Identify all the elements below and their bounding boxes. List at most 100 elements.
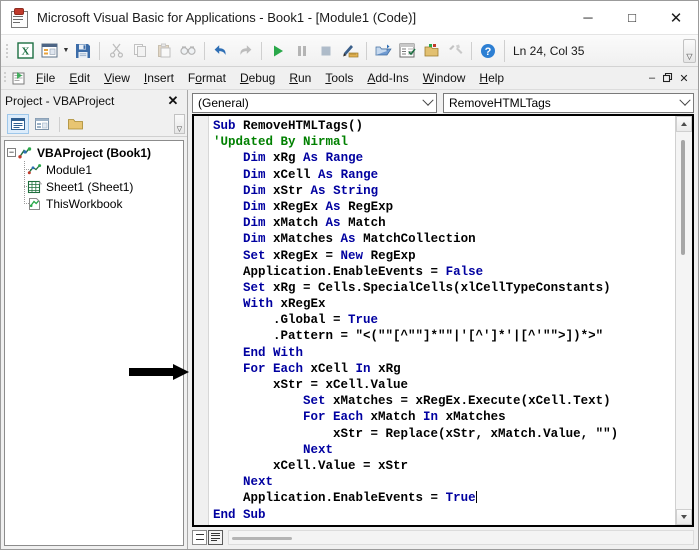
tree-label: ThisWorkbook — [46, 196, 123, 211]
project-explorer-icon[interactable] — [372, 40, 394, 62]
object-browser-icon[interactable] — [420, 40, 442, 62]
code-editor[interactable]: Sub RemoveHTMLTags() 'Updated By Nirmal D… — [209, 116, 675, 525]
menu-item-format[interactable]: Format — [181, 69, 233, 87]
chevron-down-icon[interactable] — [676, 94, 693, 107]
project-explorer-title: Project - VBAProject — [5, 94, 115, 108]
procedure-combo[interactable]: RemoveHTMLTags — [443, 92, 694, 113]
insert-dropdown-icon[interactable]: ▼ — [61, 40, 71, 62]
worksheet-icon — [27, 180, 43, 194]
menu-item-insert[interactable]: Insert — [137, 69, 181, 87]
code-line: Dim xMatch As Match — [243, 216, 386, 231]
project-explorer-toolbar: ▽ — [1, 112, 187, 137]
save-icon[interactable] — [72, 40, 94, 62]
code-line: Dim xRg As Range — [243, 151, 364, 166]
reset-icon[interactable] — [315, 40, 337, 62]
toolbar-grip[interactable] — [4, 42, 10, 60]
maximize-button[interactable]: □ — [610, 1, 654, 34]
main-area: Project - VBAProject ✕ ▽ − VBAProject (B… — [1, 90, 698, 549]
code-horizontal-scrollbar[interactable] — [228, 529, 694, 545]
close-button[interactable]: ✕ — [654, 1, 698, 34]
break-icon[interactable] — [291, 40, 313, 62]
menu-item-tools[interactable]: Tools — [318, 69, 360, 87]
project-explorer-header: Project - VBAProject ✕ — [1, 90, 187, 112]
tree-item-vbaproject[interactable]: − VBAProject (Book1) — [5, 144, 183, 161]
menu-item-run[interactable]: Run — [282, 69, 318, 87]
module-icon — [27, 163, 43, 177]
menu-item-file[interactable]: File — [29, 69, 62, 87]
toggle-folders-button[interactable] — [64, 114, 86, 134]
vba-app-icon — [9, 7, 29, 28]
view-object-button[interactable] — [31, 114, 53, 134]
project-tree[interactable]: − VBAProject (Book1) Module1 Sheet1 (She… — [4, 140, 184, 546]
text-cursor — [475, 491, 477, 504]
tree-label: Sheet1 (Sheet1) — [46, 179, 134, 194]
object-combo-value: (General) — [198, 95, 249, 110]
tree-item-thisworkbook[interactable]: ThisWorkbook — [5, 195, 183, 212]
help-icon[interactable]: ? — [477, 40, 499, 62]
toolbar-overflow-button[interactable]: ▽ — [683, 38, 696, 63]
code-line: xCell.Value = xStr — [273, 458, 409, 473]
code-line: 'Updated By Nirmal — [213, 135, 349, 150]
object-combo[interactable]: (General) — [192, 92, 437, 113]
tree-item-sheet1[interactable]: Sheet1 (Sheet1) — [5, 178, 183, 195]
paste-icon[interactable] — [153, 40, 175, 62]
right-arrow-annotation — [129, 363, 209, 381]
undo-icon[interactable] — [210, 40, 232, 62]
procedure-view-button[interactable] — [192, 529, 207, 545]
code-line: Dim xStr As String — [243, 183, 379, 198]
full-module-view-button[interactable] — [208, 529, 223, 545]
code-margin-indicator-bar[interactable] — [194, 116, 209, 525]
svg-text:?: ? — [485, 46, 492, 58]
toolbox-icon[interactable] — [444, 40, 466, 62]
copy-icon[interactable] — [129, 40, 151, 62]
menu-item-addins[interactable]: Add-Ins — [360, 69, 415, 87]
code-line: xStr = xCell.Value — [273, 378, 409, 392]
menubar-grip[interactable] — [3, 71, 8, 85]
menu-item-window[interactable]: Window — [416, 69, 473, 87]
mdi-minimize-button[interactable]: – — [644, 70, 660, 86]
code-line: .Global = True — [273, 313, 379, 328]
menu-item-help[interactable]: Help — [472, 69, 511, 87]
minimize-button[interactable]: ─ — [566, 1, 610, 34]
redo-icon[interactable] — [234, 40, 256, 62]
standard-toolbar: X ▼ ? Ln 24, Col 35 ▽ — [1, 35, 698, 67]
code-line: End Sub — [213, 507, 266, 522]
procedure-combo-value: RemoveHTMLTags — [449, 95, 551, 110]
insert-userform-icon[interactable] — [38, 40, 60, 62]
menu-bar: File Edit View Insert Format Debug Run T… — [1, 67, 698, 90]
code-vertical-scrollbar[interactable] — [675, 116, 692, 525]
find-icon[interactable] — [177, 40, 199, 62]
code-line: Sub RemoveHTMLTags() — [213, 119, 364, 133]
menu-item-view[interactable]: View — [97, 69, 137, 87]
cursor-position-display: Ln 24, Col 35 — [504, 39, 683, 62]
expander-icon[interactable]: − — [5, 148, 18, 157]
mdi-restore-button[interactable] — [660, 70, 676, 86]
view-code-button[interactable] — [7, 114, 29, 134]
view-excel-icon[interactable]: X — [14, 40, 36, 62]
vba-small-icon[interactable] — [9, 69, 29, 87]
scroll-up-button[interactable] — [676, 116, 692, 132]
tree-item-module1[interactable]: Module1 — [5, 161, 183, 178]
horizontal-scroll-thumb[interactable] — [232, 536, 292, 540]
chevron-down-icon[interactable] — [419, 94, 436, 107]
title-bar: Microsoft Visual Basic for Applications … — [1, 1, 698, 35]
tree-label: Module1 — [46, 162, 93, 177]
scroll-track[interactable] — [676, 132, 692, 509]
code-pane-footer — [192, 527, 694, 547]
mdi-window-controls: – ✕ — [644, 70, 698, 86]
code-line: Dim xRegEx As RegExp — [243, 199, 394, 214]
code-line: For Each xCell In xRg — [243, 361, 401, 376]
project-explorer-close-button[interactable]: ✕ — [162, 91, 184, 111]
scroll-thumb[interactable] — [681, 140, 685, 255]
menu-item-debug[interactable]: Debug — [233, 69, 282, 87]
menu-item-edit[interactable]: Edit — [62, 69, 97, 87]
code-pane-combos: (General) RemoveHTMLTags — [188, 90, 698, 114]
cut-icon[interactable] — [105, 40, 127, 62]
design-mode-icon[interactable] — [339, 40, 361, 62]
scroll-down-button[interactable] — [676, 509, 692, 525]
vba-editor-window: Microsoft Visual Basic for Applications … — [0, 0, 699, 550]
run-icon[interactable] — [267, 40, 289, 62]
mdi-close-button[interactable]: ✕ — [676, 70, 692, 86]
properties-window-icon[interactable] — [396, 40, 418, 62]
project-toolbar-overflow-button[interactable]: ▽ — [174, 114, 185, 134]
